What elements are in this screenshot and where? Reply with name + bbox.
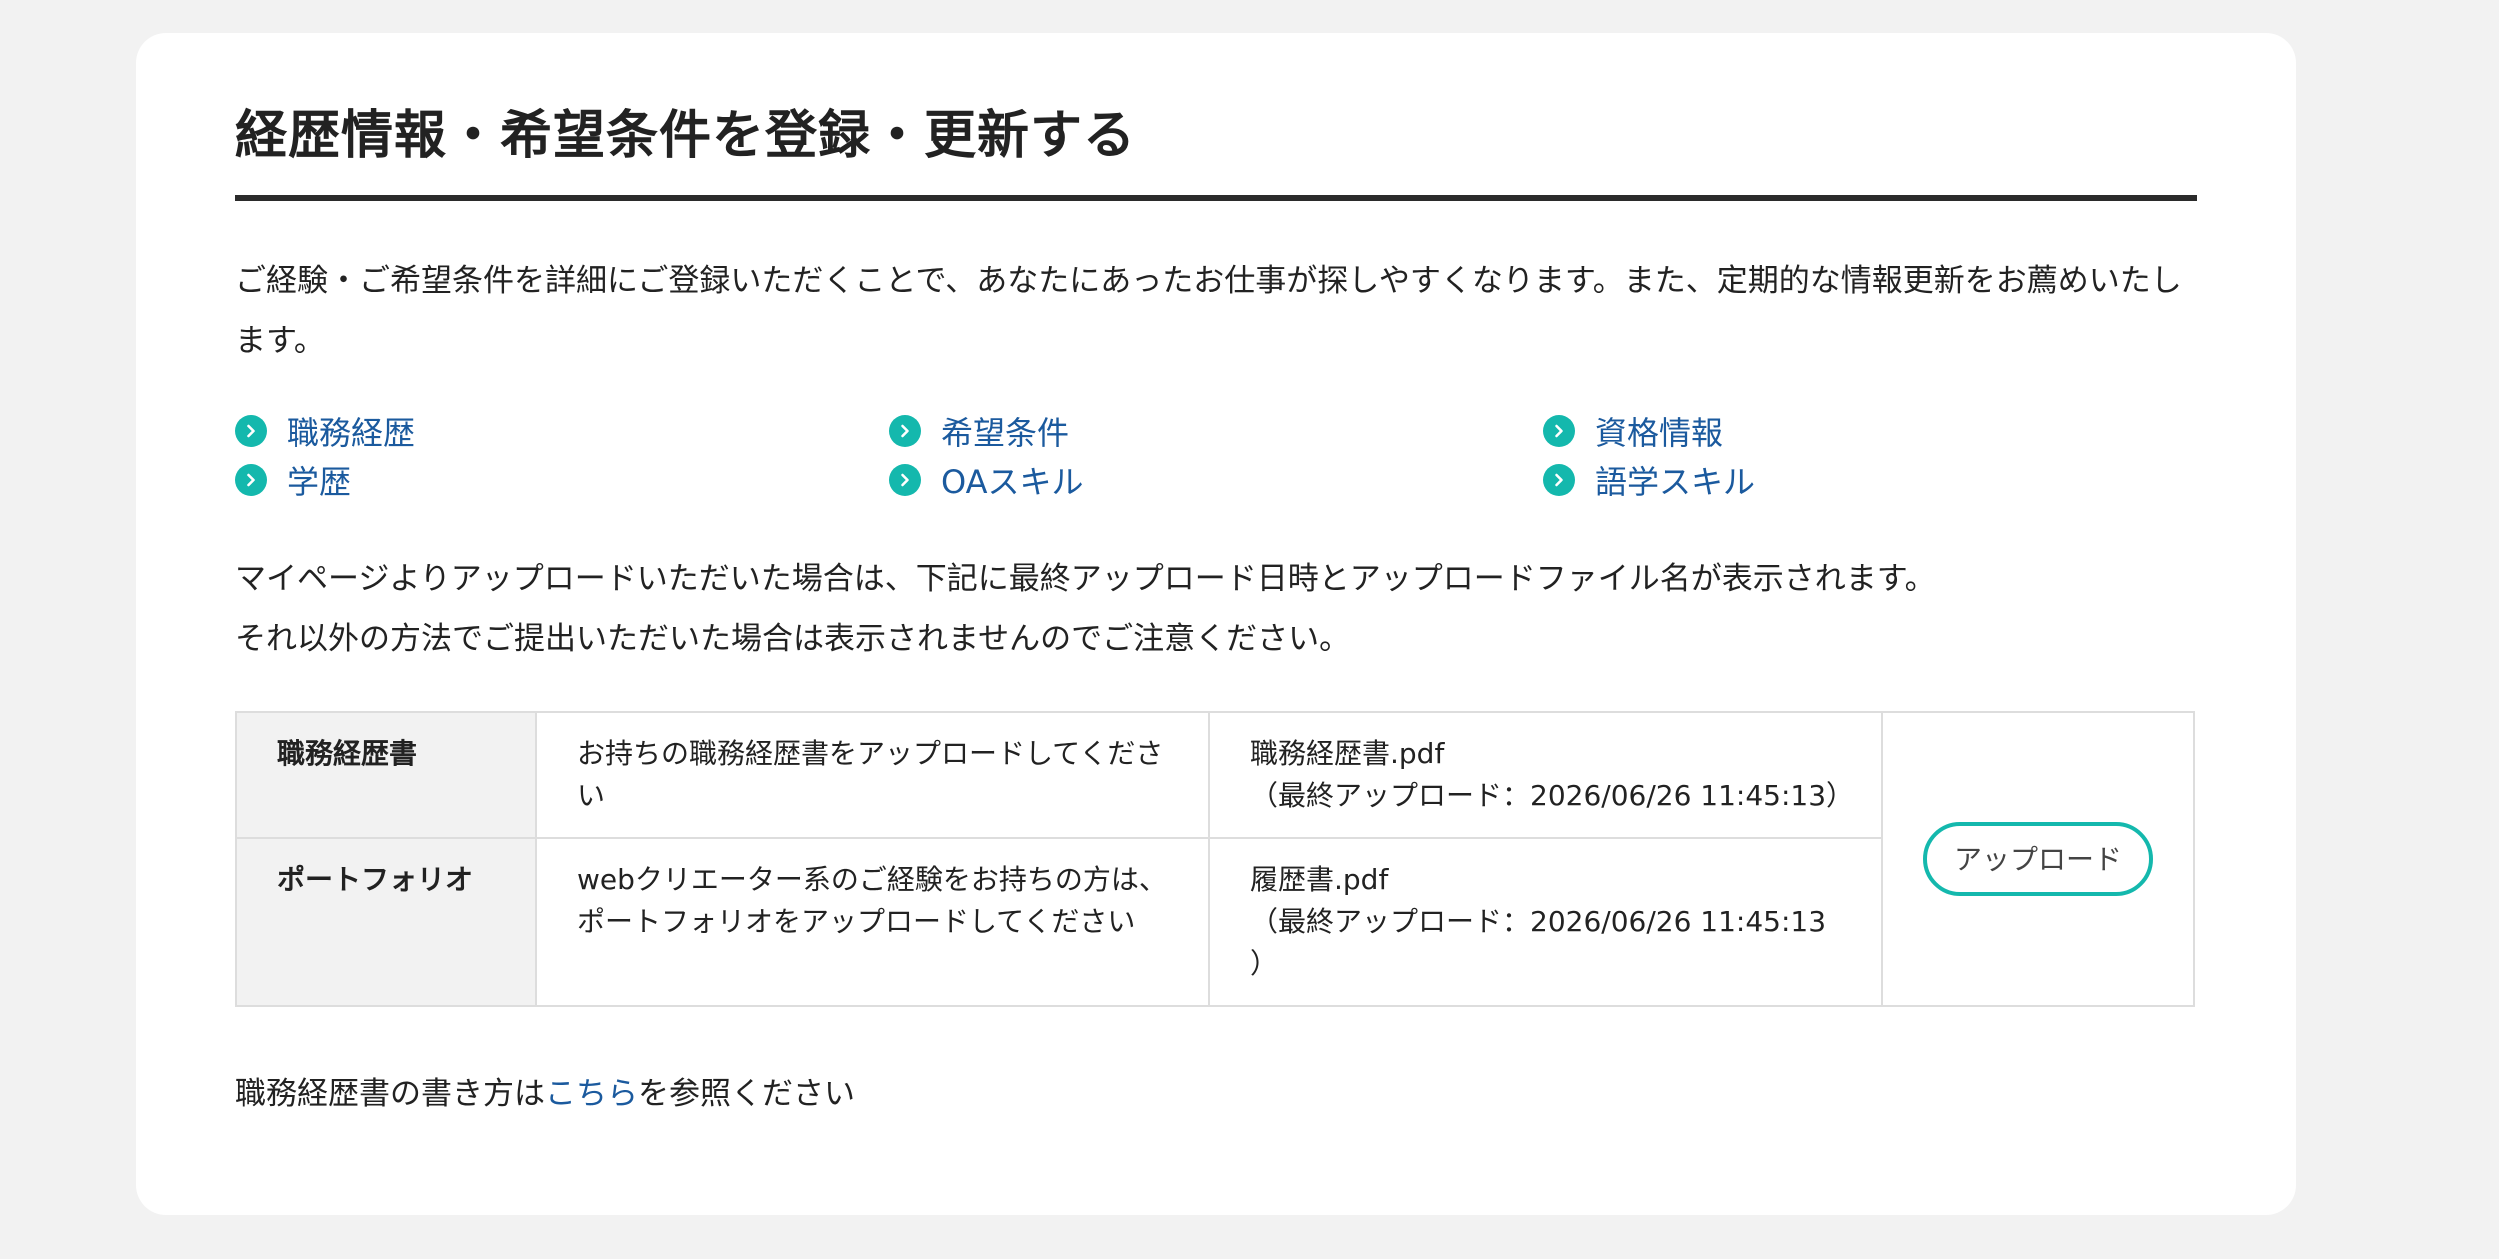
chevron-right-icon: [235, 414, 267, 447]
chevron-right-icon: [1543, 414, 1575, 447]
chevron-right-icon: [235, 463, 267, 496]
last-upload-time: （最終アップロード：2026/06/26 11:45:13 ）: [1250, 905, 1827, 981]
row-file-info: 履歴書.pdf （最終アップロード：2026/06/26 11:45:13 ）: [1208, 837, 1883, 1008]
link-label: 資格情報: [1595, 413, 1724, 452]
file-name: 職務経歴書.pdf: [1250, 737, 1445, 771]
upload-note-line2: それ以外の方法でご提出いただいた場合は表示されませんのでご注意ください。: [235, 621, 1351, 658]
file-upload-table: 職務経歴書 お持ちの職務経歴書をアップロードしてください 職務経歴書.pdf （…: [235, 711, 2195, 1008]
table-row-resume: 職務経歴書 お持ちの職務経歴書をアップロードしてください 職務経歴書.pdf （…: [235, 711, 2195, 1008]
guide-link[interactable]: こちら: [545, 1076, 638, 1112]
row-description: webクリエーター系のご経験をお持ちの方は、ポートフォリオをアップロードしてくだ…: [535, 837, 1210, 1008]
row-label: 職務経歴書: [235, 711, 537, 840]
last-upload-time: （最終アップロード：2026/06/26 11:45:13）: [1250, 779, 1855, 813]
guide-text-after: を参照ください: [638, 1076, 855, 1113]
link-language-skills[interactable]: 語学スキル: [1543, 456, 2197, 503]
link-label: 学歴: [287, 462, 352, 501]
chevron-right-icon: [889, 414, 921, 447]
link-oa-skills[interactable]: OAスキル: [889, 456, 1543, 503]
row-file-info: 職務経歴書.pdf （最終アップロード：2026/06/26 11:45:13）: [1208, 711, 1883, 840]
link-education[interactable]: 学歴: [235, 456, 889, 503]
file-name: 履歴書.pdf: [1250, 863, 1389, 897]
link-label: 語学スキル: [1595, 462, 1756, 501]
section-title: 経歴情報・希望条件を登録・更新する: [235, 33, 2197, 202]
link-work-history[interactable]: 職務経歴: [235, 407, 889, 454]
link-desired-conditions[interactable]: 希望条件: [889, 407, 1543, 454]
upload-note-line1: マイページよりアップロードいただいた場合は、下記に最終アップロード日時とアップロ…: [235, 561, 1936, 598]
row-label: ポートフォリオ: [235, 837, 537, 1008]
upload-cell: アップロード: [1881, 711, 2195, 1008]
link-label: OAスキル: [941, 462, 1084, 501]
link-qualifications[interactable]: 資格情報: [1543, 407, 2197, 454]
row-description: お持ちの職務経歴書をアップロードしてください: [535, 711, 1210, 840]
link-label: 職務経歴: [287, 413, 416, 452]
resume-guide-note: 職務経歴書の書き方はこちらを参照ください: [235, 1069, 2197, 1119]
chevron-right-icon: [1543, 463, 1575, 496]
profile-links: 職務経歴 希望条件 資格情報 学歴 OAスキル 語学スキル: [235, 407, 2197, 503]
link-label: 希望条件: [941, 413, 1070, 452]
chevron-right-icon: [889, 463, 921, 496]
profile-update-card: 経歴情報・希望条件を登録・更新する ご経験・ご希望条件を詳細にご登録いただくこと…: [136, 33, 2296, 1215]
upload-note: マイページよりアップロードいただいた場合は、下記に最終アップロード日時とアップロ…: [235, 549, 2197, 669]
intro-text: ご経験・ご希望条件を詳細にご登録いただくことで、あなたにあったお仕事が探しやすく…: [235, 263, 2182, 360]
upload-button[interactable]: アップロード: [1923, 822, 2153, 897]
guide-text-before: 職務経歴書の書き方は: [235, 1076, 545, 1113]
